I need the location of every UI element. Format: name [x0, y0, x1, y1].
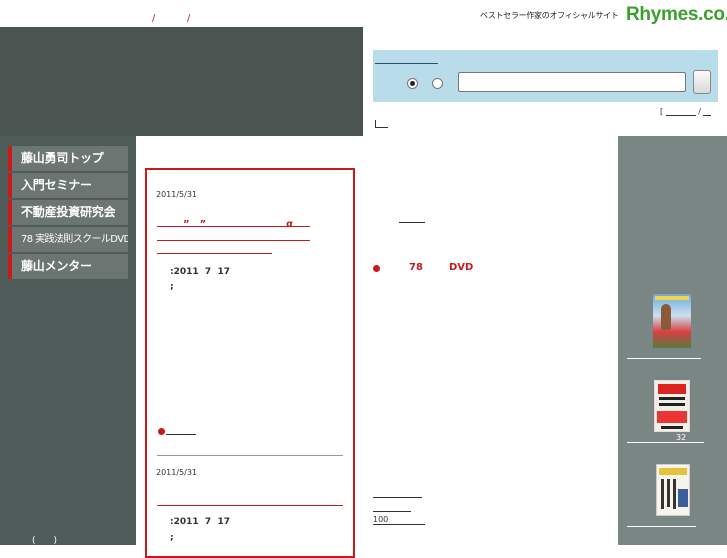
site-tagline: ベストセラー作家のオフィシャルサイト	[480, 11, 619, 20]
search-input[interactable]	[458, 72, 686, 92]
sidebar-nav: 藤山勇司トップ 入門セミナー 不動産投資研究会 78 実践法則スクールDVD 藤…	[8, 146, 128, 281]
sidebar-item-top[interactable]: 藤山勇司トップ	[8, 146, 128, 171]
post-date: 2011/5/31	[156, 190, 198, 199]
mid-link[interactable]	[373, 511, 411, 512]
mid-link[interactable]	[373, 497, 422, 498]
bracket-mark	[375, 120, 388, 128]
post-title-underline[interactable]	[157, 253, 272, 254]
book-cover-image[interactable]	[656, 464, 690, 516]
more-link[interactable]	[166, 434, 196, 435]
search-scope-radio-web[interactable]	[432, 78, 443, 89]
mid-link[interactable]	[373, 524, 425, 525]
util-slash: /	[698, 107, 701, 116]
site-logo[interactable]: Rhymes.co.jp	[626, 4, 727, 26]
bullet-icon	[373, 265, 380, 272]
book-link[interactable]	[627, 358, 701, 359]
post-meta-date: :2011 7 17	[170, 517, 230, 527]
utility-links: [ /	[660, 107, 712, 116]
post-meta-extra: ;	[170, 282, 174, 292]
count-label: 100	[373, 515, 389, 524]
post-title[interactable]: ” ” α	[183, 215, 293, 230]
sidebar-item-research[interactable]: 不動産投資研究会	[8, 200, 128, 225]
post-title-underline[interactable]	[157, 505, 343, 506]
footer-note: ( )	[32, 536, 58, 546]
promo-label[interactable]: DVD	[449, 262, 473, 273]
post-divider	[157, 455, 343, 456]
book-link[interactable]	[627, 442, 704, 443]
post-meta-extra: ;	[170, 533, 174, 543]
post-date: 2011/5/31	[156, 468, 198, 477]
book-cover-image[interactable]	[653, 294, 691, 348]
bullet-icon	[158, 428, 165, 435]
util-link-2[interactable]	[703, 107, 712, 116]
post-title-underline[interactable]	[157, 226, 310, 227]
book-link[interactable]	[627, 526, 696, 527]
book-cover-image[interactable]	[654, 380, 690, 432]
breadcrumb-separator: /	[152, 13, 156, 24]
sidebar-item-seminar[interactable]: 入門セミナー	[8, 173, 128, 198]
util-bracket: [	[660, 107, 664, 116]
promo-number[interactable]: 78	[409, 262, 423, 273]
post-title-underline[interactable]	[157, 240, 310, 241]
mid-link[interactable]	[399, 222, 425, 223]
post-meta-date: :2011 7 17	[170, 267, 230, 277]
util-link-1[interactable]	[665, 107, 696, 116]
sidebar-item-dvd[interactable]: 78 実践法則スクールDVD	[8, 227, 128, 252]
search-heading-link[interactable]	[375, 63, 438, 64]
sidebar-item-mentor[interactable]: 藤山メンター	[8, 254, 128, 279]
search-button[interactable]	[693, 70, 711, 94]
breadcrumb-separator: /	[187, 13, 191, 24]
book-caption: 32	[676, 433, 687, 442]
search-scope-radio-site[interactable]	[407, 78, 418, 89]
